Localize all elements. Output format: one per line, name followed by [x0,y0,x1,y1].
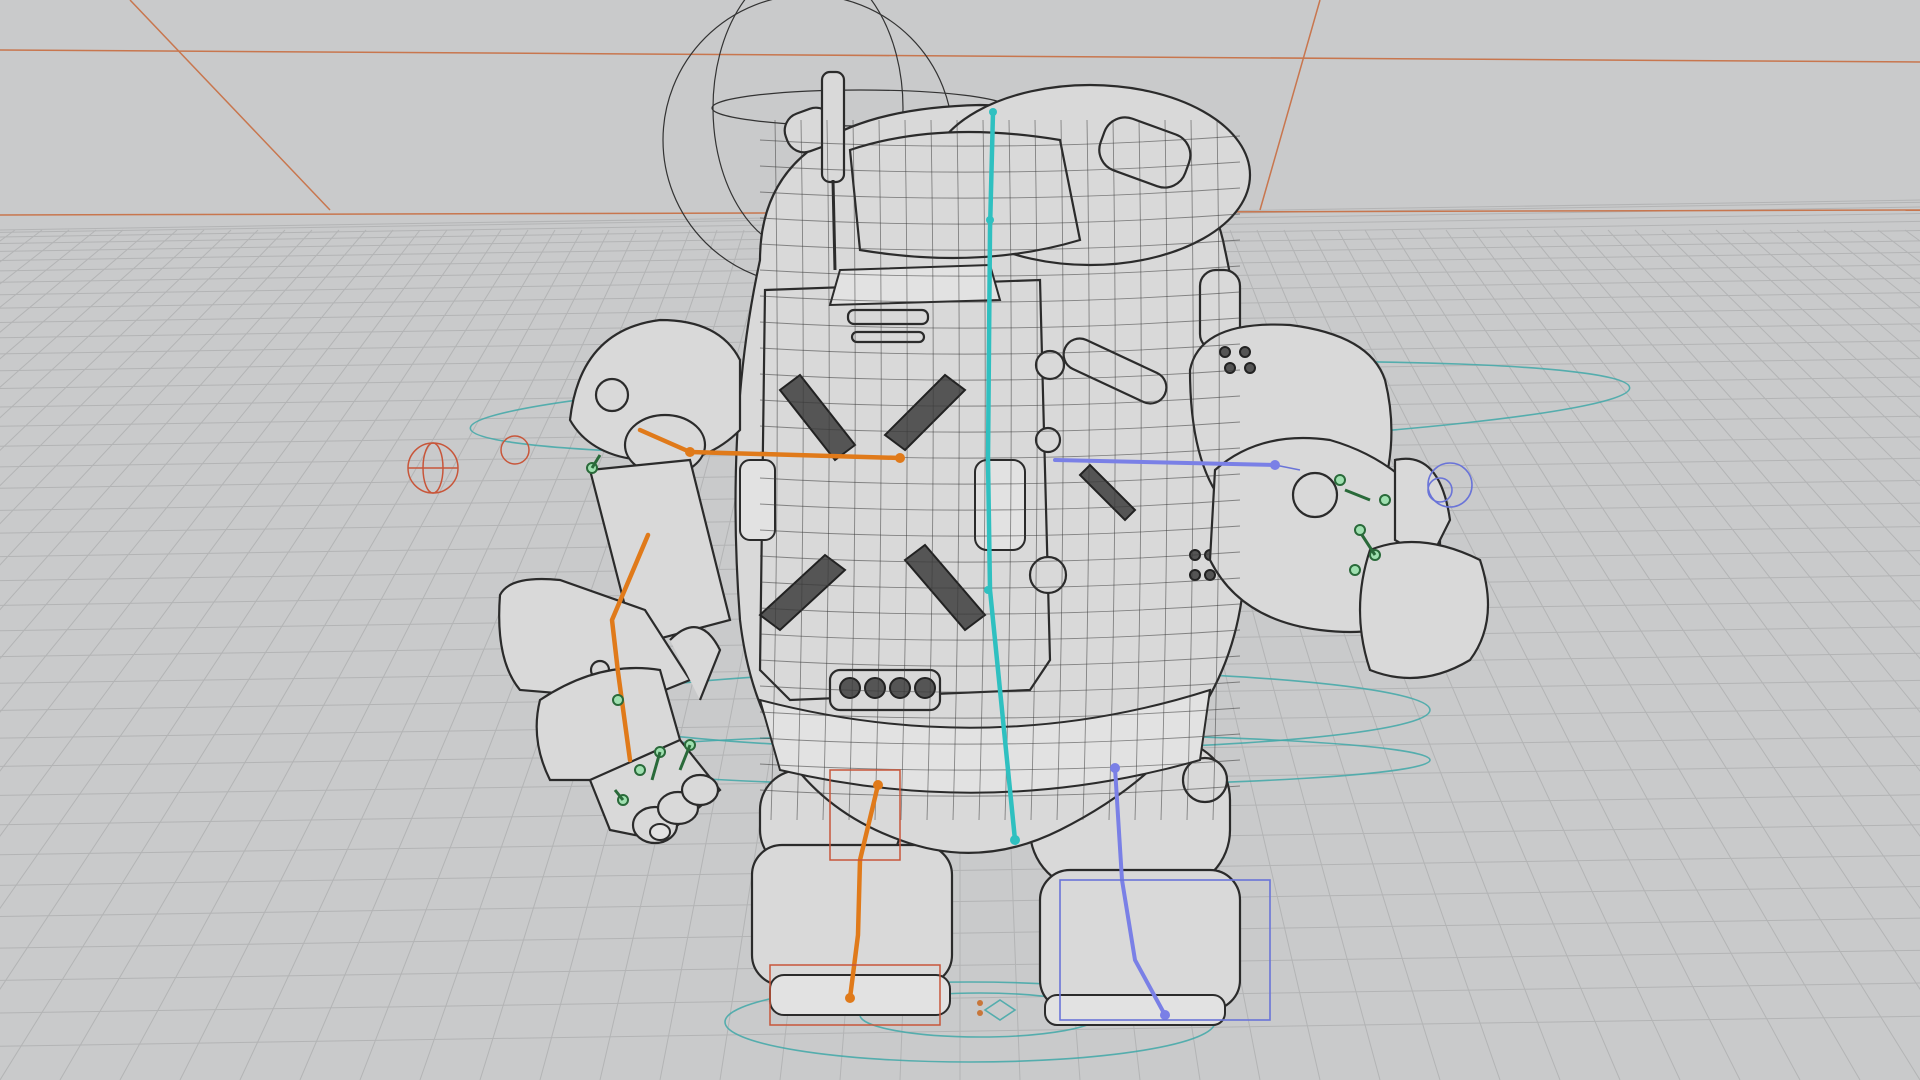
left-ik-controls[interactable] [407,435,530,494]
3d-viewport[interactable] [0,0,1920,1080]
backpack-mesh [739,263,1068,712]
scene-svg [0,0,1920,1080]
